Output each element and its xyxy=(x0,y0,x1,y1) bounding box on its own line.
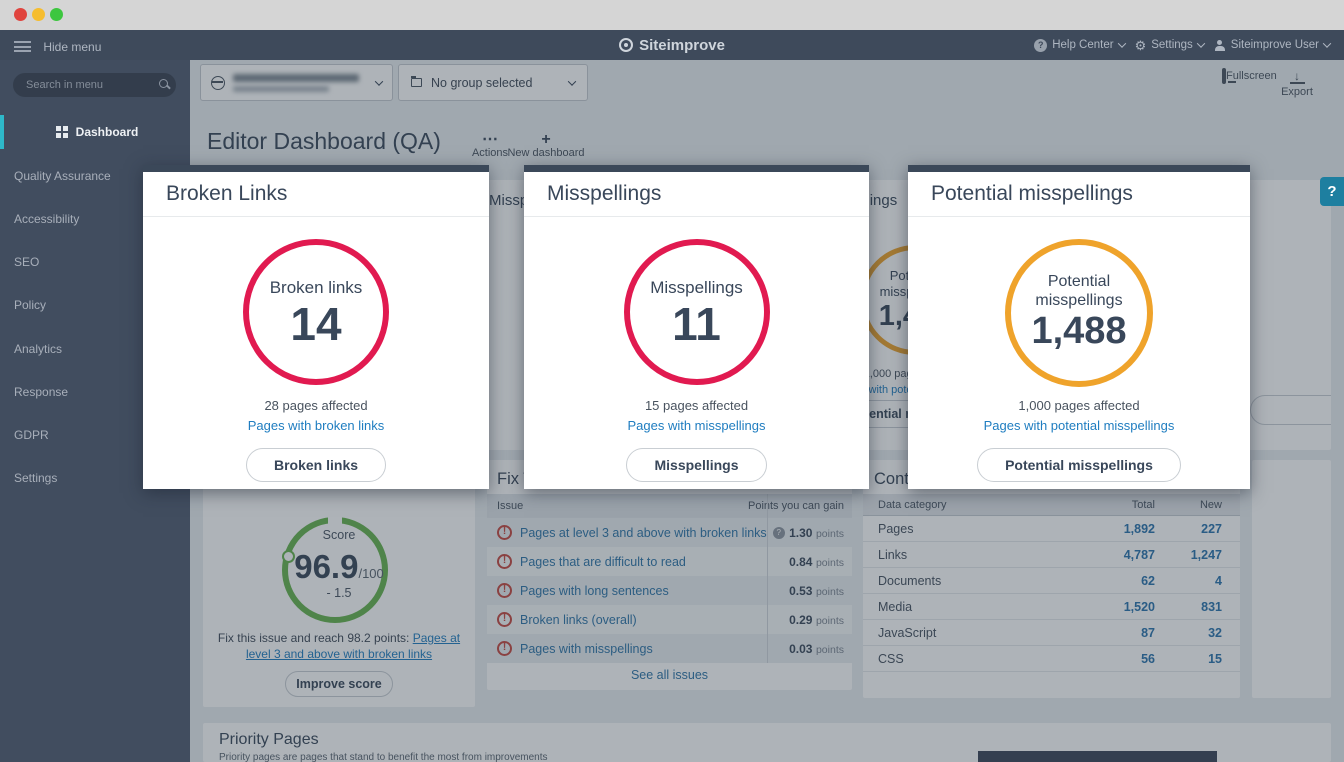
help-center-label: Help Center xyxy=(1052,39,1113,51)
potential-misspellings-button[interactable]: Potential misspellings xyxy=(977,448,1181,482)
close-window-button[interactable] xyxy=(14,8,27,21)
settings-label: Settings xyxy=(1151,39,1193,51)
chevron-down-icon xyxy=(1117,39,1125,47)
gear-icon: ⚙ xyxy=(1135,39,1147,52)
modal-title: Broken Links xyxy=(143,172,489,217)
ring-label: Potential xyxy=(1048,272,1110,291)
sidebar-item-response[interactable]: Response xyxy=(14,384,68,400)
ring-label: Broken links xyxy=(270,278,363,297)
misspellings-modal: Misspellings Misspellings 11 15 pages af… xyxy=(524,165,869,489)
zoom-window-button[interactable] xyxy=(50,8,63,21)
sidebar-item-quality-assurance[interactable]: Quality Assurance xyxy=(14,168,111,184)
sidebar-item-accessibility[interactable]: Accessibility xyxy=(14,211,79,227)
modal-title: Misspellings xyxy=(524,172,869,217)
chevron-down-icon xyxy=(1197,39,1205,47)
broken-links-button[interactable]: Broken links xyxy=(246,448,386,482)
ring-value: 14 xyxy=(290,301,341,347)
misspellings-ring: Misspellings 11 xyxy=(624,239,770,385)
sidebar-item-settings[interactable]: Settings xyxy=(14,470,57,486)
mac-titlebar xyxy=(0,0,1344,30)
affected-pages-text: 15 pages affected xyxy=(645,398,748,413)
help-circle-icon: ? xyxy=(1034,39,1047,52)
siteimprove-logo-icon xyxy=(619,38,633,52)
user-menu[interactable]: Siteimprove User xyxy=(1214,39,1330,51)
affected-pages-text: 1,000 pages affected xyxy=(1018,398,1139,413)
top-nav: Hide menu Siteimprove ? Help Center ⚙ Se… xyxy=(0,30,1344,60)
help-flyout-button[interactable]: ? xyxy=(1320,177,1344,206)
help-center-menu[interactable]: ? Help Center xyxy=(1034,39,1124,52)
broken-links-ring: Broken links 14 xyxy=(243,239,389,385)
affected-pages-link[interactable]: Pages with potential misspellings xyxy=(984,418,1175,433)
potential-misspellings-modal: Potential misspellings Potential misspel… xyxy=(908,165,1250,489)
search-icon[interactable] xyxy=(159,79,168,88)
ring-value: 1,488 xyxy=(1031,310,1126,354)
sidebar-item-analytics[interactable]: Analytics xyxy=(14,341,62,357)
dashboard-grid-icon xyxy=(56,126,68,138)
ring-label: Misspellings xyxy=(650,278,743,297)
ring-value: 11 xyxy=(672,301,721,347)
search-input[interactable] xyxy=(13,73,176,97)
app-window: Hide menu Siteimprove ? Help Center ⚙ Se… xyxy=(0,0,1344,762)
settings-menu[interactable]: ⚙ Settings xyxy=(1135,39,1204,52)
siteimprove-logo-text: Siteimprove xyxy=(639,37,725,54)
sidebar-item-gdpr[interactable]: GDPR xyxy=(14,427,49,443)
user-label: Siteimprove User xyxy=(1231,39,1319,51)
potential-misspellings-ring: Potential misspellings 1,488 xyxy=(1005,239,1153,387)
sidebar-item-policy[interactable]: Policy xyxy=(14,297,46,313)
sidebar-item-dashboard[interactable]: Dashboard xyxy=(0,115,190,149)
affected-pages-link[interactable]: Pages with broken links xyxy=(248,418,385,433)
chevron-down-icon xyxy=(1323,39,1331,47)
ring-label: misspellings xyxy=(1035,291,1122,310)
affected-pages-text: 28 pages affected xyxy=(264,398,367,413)
affected-pages-link[interactable]: Pages with misspellings xyxy=(627,418,765,433)
modal-title: Potential misspellings xyxy=(908,172,1250,217)
broken-links-modal: Broken Links Broken links 14 28 pages af… xyxy=(143,165,489,489)
misspellings-button[interactable]: Misspellings xyxy=(626,448,766,482)
sidebar-item-label: Dashboard xyxy=(76,125,139,139)
sidebar-item-seo[interactable]: SEO xyxy=(14,254,39,270)
user-icon xyxy=(1214,40,1226,51)
minimize-window-button[interactable] xyxy=(32,8,45,21)
